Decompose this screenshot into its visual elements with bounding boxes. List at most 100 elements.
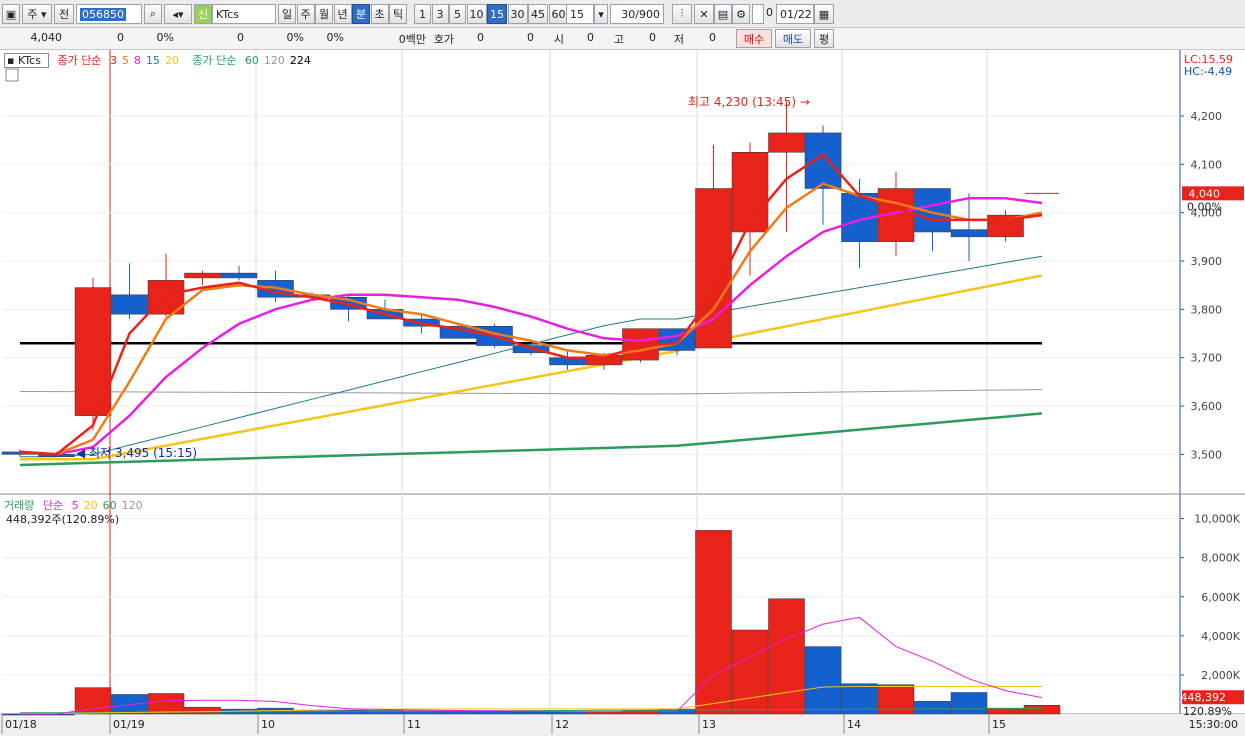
market-select[interactable]: 주 ▾ <box>22 4 52 24</box>
volume-bar-3 <box>111 694 148 715</box>
high-value: 0 <box>649 31 656 44</box>
volume-tick-label-1: 8,000K <box>1201 552 1240 565</box>
date-input[interactable]: 01/22 <box>776 4 814 24</box>
calendar-icon[interactable]: ▦ <box>814 4 834 24</box>
volume: 0 <box>237 31 244 44</box>
checkbox[interactable] <box>752 4 764 24</box>
stock-name-field[interactable]: KTcs <box>212 4 276 24</box>
ma2-periods: 60 120 224 <box>245 54 316 67</box>
volume-bar-14 <box>512 711 550 715</box>
volume-bar-20 <box>731 629 769 715</box>
interval-button-3[interactable]: 3 <box>431 4 449 24</box>
x-axis-end-time: 15:30:00 <box>1189 718 1238 731</box>
price-tick-label-5: 3,700 <box>1191 352 1223 365</box>
ma2-period-120[interactable]: 120 <box>264 54 285 67</box>
price-volume-chart[interactable]: 4,2004,1004,0003,9003,8003,7003,6003,500… <box>0 50 1245 736</box>
candle-icon[interactable]: ⫶ <box>672 4 692 24</box>
quote-value-1: 0 <box>477 31 484 44</box>
current-volume-pct-label: 120.89% <box>1183 705 1232 718</box>
interval-button-10[interactable]: 10 <box>466 4 487 24</box>
volume-current: 448,392주(120.89%) <box>6 513 120 526</box>
price-tick-label-3: 3,900 <box>1191 255 1223 268</box>
price-tick-label-7: 3,500 <box>1191 448 1223 461</box>
volume-bar-21 <box>768 598 805 715</box>
volume-bar-12 <box>439 711 477 715</box>
info-bar: 4,040 0 0% 0 0% 0% 0백만 호가 0 0 시 0 고 0 저 … <box>0 28 1245 50</box>
x-axis-label-1: 01/19 <box>113 718 145 731</box>
x-axis-label-4: 12 <box>555 718 569 731</box>
price-legend-name[interactable]: ▪ KTcs <box>4 53 49 68</box>
x-axis-label-3: 11 <box>407 718 421 731</box>
ma1-period-8[interactable]: 8 <box>134 54 141 67</box>
chart-area: 4,200 4,100 4,000 3,900 3,800 3,700 3,600 3,500… <box>0 50 1245 736</box>
volume-pct: 0% <box>286 31 304 44</box>
ma1-periods: 3 5 8 15 20 <box>110 54 184 67</box>
ma1-label[interactable]: 종가 단순 <box>57 54 101 67</box>
interval-button-5[interactable]: 5 <box>449 4 466 24</box>
low-annotation: ◀ 최저 3,495 (15:15) <box>76 446 197 460</box>
period-button-4[interactable]: 분 <box>352 4 370 24</box>
candle-26 <box>950 229 988 238</box>
speaker-icon[interactable]: ◂▾ <box>164 4 192 24</box>
current-price: 4,040 <box>30 31 63 44</box>
layout-icon[interactable]: ▣ <box>2 4 20 24</box>
interval-button-15[interactable]: 15 <box>487 4 507 24</box>
volume-bar-22 <box>804 646 842 715</box>
volume-bar-9 <box>330 709 367 715</box>
interval-value-input[interactable]: 15 <box>566 4 594 24</box>
volume-period-120[interactable]: 120 <box>122 499 143 512</box>
candle-20 <box>731 152 769 233</box>
ma1-period-5[interactable]: 5 <box>122 54 129 67</box>
volume-tick-label-0: 10,000K <box>1194 513 1240 526</box>
period-button-6[interactable]: 틱 <box>389 4 407 24</box>
volume-bar-15 <box>549 711 586 715</box>
candle-21 <box>768 132 805 153</box>
volume-tick-label-2: 6,000K <box>1201 591 1240 604</box>
sell-button[interactable]: 매도 <box>775 29 811 48</box>
period-button-2[interactable]: 월 <box>315 4 333 24</box>
ma1-period-20[interactable]: 20 <box>165 54 179 67</box>
ma2-period-224[interactable]: 224 <box>290 54 311 67</box>
price-tick-label-6: 3,600 <box>1191 400 1223 413</box>
volume-bar-5 <box>184 706 221 715</box>
new-badge-icon[interactable]: 신 <box>194 4 212 24</box>
price-legend: ▪ KTcs 종가 단순 3 5 8 15 20 종가 단순 60 120 224 <box>4 52 321 68</box>
period-button-0[interactable]: 일 <box>278 4 296 24</box>
amount: 0백만 <box>398 33 426 46</box>
hc-label: HC:-4.49 <box>1184 65 1232 78</box>
period-button-1[interactable]: 주 <box>296 4 315 24</box>
chevron-down-icon[interactable]: ▾ <box>594 4 608 24</box>
x-axis-label-0: 01/18 <box>5 718 37 731</box>
interval-button-1[interactable]: 1 <box>414 4 431 24</box>
price-tick-label-4: 3,800 <box>1191 303 1223 316</box>
volume-tick-label-3: 4,000K <box>1201 630 1240 643</box>
change-pct: 0% <box>156 31 174 44</box>
count-input[interactable]: 30/900 <box>610 4 664 24</box>
quote-value-2: 0 <box>527 31 534 44</box>
save-icon[interactable]: ▤ <box>714 4 732 24</box>
low-value: 0 <box>709 31 716 44</box>
checkbox-label: 0 <box>766 6 773 19</box>
buy-button[interactable]: 매수 <box>736 29 772 48</box>
x-axis-label-2: 10 <box>261 718 275 731</box>
period-button-5[interactable]: 초 <box>370 4 389 24</box>
candle-3 <box>111 294 148 315</box>
ma1-period-15[interactable]: 15 <box>146 54 160 67</box>
ma2-period-60[interactable]: 60 <box>245 54 259 67</box>
candle-22 <box>804 132 842 189</box>
ma2-label[interactable]: 종가 단순 <box>192 54 236 67</box>
prev-button[interactable]: 전 <box>54 4 74 24</box>
candle-5 <box>184 272 221 279</box>
price-change: 0 <box>117 31 124 44</box>
period-button-3[interactable]: 년 <box>333 4 352 24</box>
ma1-period-3[interactable]: 3 <box>110 54 117 67</box>
tools-icon[interactable]: ✕ <box>694 4 714 24</box>
x-axis-label-7: 15 <box>992 718 1006 731</box>
interval-button-30[interactable]: 30 <box>507 4 528 24</box>
gear-icon[interactable]: ⚙ <box>732 4 750 24</box>
search-icon[interactable]: ⌕ <box>144 4 162 24</box>
price-tick-label-0: 4,200 <box>1191 110 1223 123</box>
stock-code-input[interactable]: 056850 <box>76 4 142 24</box>
interval-button-45[interactable]: 45 <box>528 4 548 24</box>
eval-button[interactable]: 평 <box>814 29 834 48</box>
